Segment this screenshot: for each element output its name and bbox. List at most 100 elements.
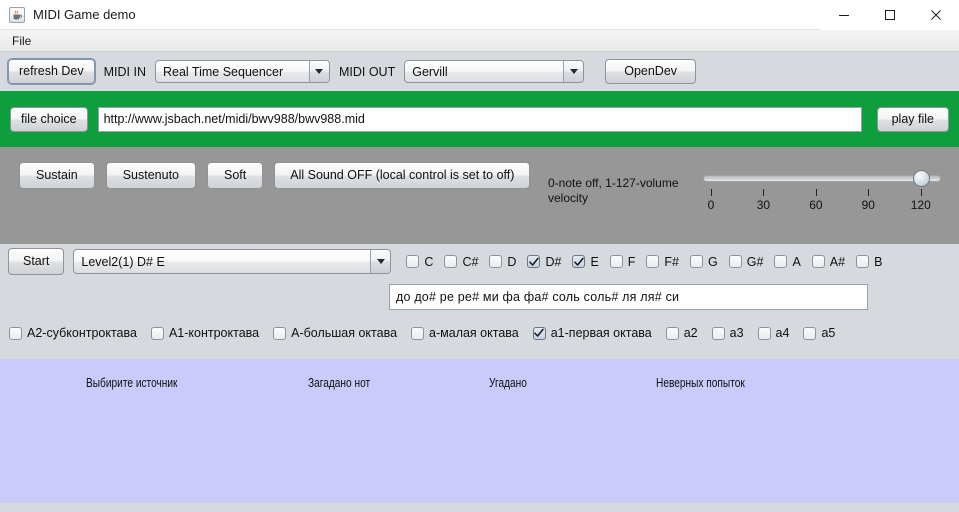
menu-bar: File	[0, 30, 959, 52]
checkbox-icon[interactable]	[803, 326, 817, 340]
checkbox-icon[interactable]	[406, 255, 420, 268]
note-checkbox-label: F	[627, 254, 636, 269]
checkbox-icon[interactable]	[757, 326, 771, 340]
file-choice-button[interactable]: file choice	[10, 106, 88, 132]
midi-in-value: Real Time Sequencer	[162, 64, 284, 79]
menu-item-file[interactable]: File	[4, 32, 39, 50]
checkbox-icon[interactable]	[856, 255, 870, 268]
checkbox-icon[interactable]	[9, 326, 22, 340]
octave-checkbox-7[interactable]: a4	[757, 326, 789, 340]
chevron-down-icon[interactable]	[370, 250, 391, 273]
note-checkbox-6[interactable]: F#	[646, 255, 679, 269]
velocity-caption: 0-note off, 1-127-volume velocity	[548, 176, 698, 206]
note-checkbox-3[interactable]: D#	[527, 255, 561, 269]
note-checkbox-10[interactable]: A#	[811, 255, 845, 269]
title-bar-left: MIDI Game demo	[0, 6, 136, 23]
minimize-icon[interactable]	[821, 0, 867, 30]
note-checkbox-label: F#	[664, 254, 680, 269]
octave-checkbox-label: a3	[729, 326, 744, 340]
octave-checkbox-6[interactable]: a3	[711, 326, 744, 340]
note-checkbox-2[interactable]: D	[489, 255, 516, 269]
midi-in-select[interactable]: Real Time Sequencer	[154, 60, 330, 83]
octave-checkbox-4[interactable]: a1-первая октава	[532, 326, 652, 340]
slider-tick-mark	[815, 189, 817, 196]
note-checkbox-8[interactable]: G#	[728, 254, 764, 269]
checkbox-icon[interactable]	[489, 255, 503, 268]
note-checkbox-9[interactable]: A	[774, 255, 801, 269]
octave-checkbox-label: a1-первая октава	[550, 326, 652, 340]
status-label-0: Выбирите источник	[86, 375, 178, 390]
note-checkbox-0[interactable]: C	[406, 255, 433, 269]
sustenuto-button[interactable]: Sustenuto	[105, 162, 196, 189]
file-path-input[interactable]: http://www.jsbach.net/midi/bwv988/bwv988…	[97, 106, 862, 132]
note-checkbox-5[interactable]: F	[609, 254, 636, 269]
device-toolbar: refresh Dev MIDI IN Real Time Sequencer …	[0, 52, 959, 91]
slider-tick-mark	[763, 189, 765, 196]
checkbox-icon[interactable]	[411, 326, 425, 340]
slider-tick-label: 60	[809, 198, 823, 212]
checkbox-icon[interactable]	[728, 255, 742, 268]
octave-checkbox-1[interactable]: A1-контроктава	[150, 326, 260, 340]
octave-checkbox-3[interactable]: a-малая октава	[411, 326, 519, 340]
panel-spacer	[0, 351, 959, 359]
midi-in-label: MIDI IN	[103, 64, 146, 79]
sustain-button[interactable]: Sustain	[19, 162, 95, 189]
octave-checkbox-label: a-малая октава	[429, 326, 519, 340]
checkbox-icon[interactable]	[711, 326, 725, 340]
checkbox-icon[interactable]	[811, 255, 825, 268]
checkbox-icon[interactable]	[646, 255, 660, 268]
note-checkbox-label: B	[874, 254, 883, 269]
checkbox-icon[interactable]	[690, 255, 704, 268]
checkbox-icon[interactable]	[150, 326, 164, 340]
note-checkbox-label: G#	[746, 254, 764, 269]
status-panel: Выбирите источник Загадано нот Угадано Неве…	[0, 359, 959, 503]
checkbox-checked-icon[interactable]	[572, 255, 586, 268]
refresh-dev-button[interactable]: refresh Dev	[8, 59, 95, 84]
checkbox-icon[interactable]	[609, 255, 623, 268]
checkbox-checked-icon[interactable]	[532, 326, 546, 340]
chevron-down-icon[interactable]	[308, 61, 329, 82]
note-names-input[interactable]: до до# ре ре# ми фа фа# соль соль# ля ля…	[389, 284, 868, 310]
note-checkbox-11[interactable]: B	[856, 255, 882, 269]
slider-tick-label: 90	[861, 198, 875, 212]
midi-out-select[interactable]: Gervill	[404, 60, 585, 83]
note-checkbox-1[interactable]: C#	[444, 255, 478, 269]
window-controls	[821, 0, 959, 30]
checkbox-icon[interactable]	[273, 326, 287, 340]
maximize-icon[interactable]	[867, 0, 913, 30]
octave-checkbox-label: A1-контроктава	[168, 326, 260, 340]
play-file-button[interactable]: play file	[876, 106, 949, 132]
slider-tick-label: 120	[910, 198, 931, 212]
soft-button[interactable]: Soft	[207, 162, 264, 189]
note-checkbox-label: E	[590, 254, 599, 269]
octave-checkbox-2[interactable]: A-большая октава	[273, 326, 397, 340]
sound-controls-panel: Sustain Sustenuto Soft All Sound OFF (lo…	[0, 147, 959, 244]
java-coffee-cup-icon	[9, 6, 25, 23]
velocity-slider-track[interactable]	[703, 175, 941, 182]
slider-tick-label: 30	[756, 198, 771, 212]
chevron-down-icon[interactable]	[563, 61, 584, 82]
open-dev-button[interactable]: OpenDev	[605, 59, 697, 84]
title-bar: MIDI Game demo	[0, 0, 959, 30]
checkbox-icon[interactable]	[444, 255, 458, 268]
slider-tick-label: 0	[707, 198, 715, 212]
note-checkbox-label: C#	[462, 254, 479, 269]
octave-checkbox-5[interactable]: a2	[665, 326, 698, 340]
note-checkbox-7[interactable]: G	[690, 255, 718, 269]
octave-checkbox-8[interactable]: a5	[803, 326, 835, 340]
velocity-slider-area: 0-note off, 1-127-volume velocity 0 30 60 9…	[548, 167, 948, 217]
checkbox-icon[interactable]	[774, 255, 788, 268]
checkbox-icon[interactable]	[665, 326, 679, 340]
note-checkbox-4[interactable]: E	[572, 254, 599, 269]
all-sound-off-button[interactable]: All Sound OFF (local control is set to o…	[274, 162, 531, 189]
close-icon[interactable]	[913, 0, 959, 30]
octave-checkbox-0[interactable]: A2-субконтроктава	[9, 326, 137, 340]
level-value: Level2(1) D# E	[81, 254, 165, 269]
start-button[interactable]: Start	[8, 248, 65, 275]
note-checkbox-group: C C# D D# E F F# G G# A A# B	[406, 255, 882, 269]
checkbox-checked-icon[interactable]	[527, 255, 541, 268]
velocity-slider-thumb[interactable]	[912, 170, 930, 187]
level-select[interactable]: Level2(1) D# E	[73, 249, 392, 274]
velocity-slider[interactable]: 0 30 60 90 120	[703, 167, 941, 212]
octave-checkbox-label: A-большая октава	[291, 326, 398, 340]
